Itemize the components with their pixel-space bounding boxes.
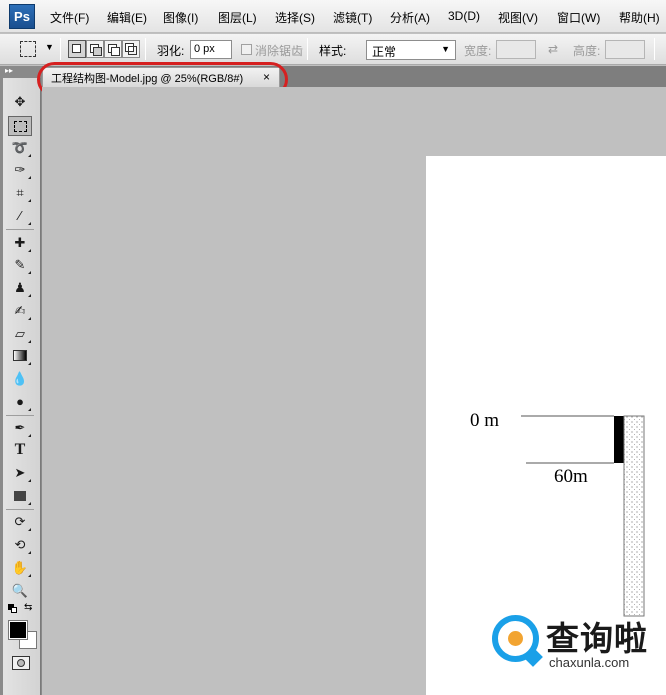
menu-window[interactable]: 窗口(W)	[557, 9, 600, 26]
menu-edit[interactable]: 编辑(E)	[107, 9, 147, 26]
clone-stamp-tool-icon[interactable]: ♟	[8, 278, 32, 298]
width-label: 宽度:	[464, 44, 492, 58]
pen-tool-icon[interactable]: ✒	[8, 418, 32, 438]
chaxunla-watermark: 查询啦 chaxunla.com	[492, 612, 662, 672]
swap-dimensions-icon[interactable]: ⇄	[548, 42, 558, 56]
preset-dropdown-arrow-icon[interactable]: ▼	[45, 42, 54, 52]
type-tool-icon[interactable]: T	[8, 440, 32, 460]
soil-column	[623, 415, 645, 617]
depth-label-0m: 0 m	[470, 410, 499, 431]
divider	[6, 509, 34, 510]
width-input[interactable]	[496, 40, 536, 59]
dodge-tool-icon[interactable]: ●	[8, 392, 32, 412]
antialias-label: 消除锯齿	[255, 44, 304, 58]
spot-healing-tool-icon[interactable]: ✚	[8, 233, 32, 253]
brush-tool-icon[interactable]: ✎	[8, 255, 32, 275]
pile-head	[614, 416, 624, 463]
style-select[interactable]: 正常 ▼	[366, 40, 456, 60]
divider	[6, 415, 34, 416]
close-icon[interactable]: ×	[263, 70, 270, 84]
rectangular-marquee-tool-icon[interactable]	[8, 116, 32, 136]
menu-view[interactable]: 视图(V)	[498, 9, 538, 26]
crop-tool-icon[interactable]: ⌗	[8, 183, 32, 203]
menu-bar: Ps 文件(F) 编辑(E) 图像(I) 图层(L) 选择(S) 滤镜(T) 分…	[0, 0, 666, 33]
3d-rotate-tool-icon[interactable]: ⟳	[8, 512, 32, 532]
path-selection-tool-icon[interactable]: ➤	[8, 463, 32, 483]
gradient-tool-icon[interactable]	[8, 346, 32, 366]
foreground-color-swatch[interactable]	[8, 620, 28, 640]
height-label: 高度:	[573, 44, 601, 58]
divider	[6, 229, 34, 230]
lasso-tool-icon[interactable]: ➰	[8, 138, 32, 158]
menu-image[interactable]: 图像(I)	[163, 9, 198, 26]
watermark-brand-text: 查询啦	[546, 620, 648, 657]
feather-input[interactable]: 0 px	[190, 40, 232, 59]
quick-mask-icon[interactable]	[12, 656, 30, 670]
blur-tool-icon[interactable]: 💧	[8, 369, 32, 389]
collapse-panel-icon[interactable]: ▸▸	[5, 66, 13, 75]
divider	[307, 38, 308, 60]
menu-3d[interactable]: 3D(D)	[448, 9, 480, 23]
depth-label-60m: 60m	[554, 466, 588, 487]
tool-preset-marquee-icon[interactable]	[20, 41, 36, 57]
rectangle-shape-tool-icon[interactable]	[8, 486, 32, 506]
style-label: 样式:	[319, 44, 347, 58]
document-tab-title: 工程结构图-Model.jpg @ 25%(RGB/8#)	[51, 73, 244, 85]
menu-analysis[interactable]: 分析(A)	[390, 9, 430, 26]
divider	[145, 38, 146, 60]
new-selection-button[interactable]	[68, 40, 86, 58]
document-tab-strip: 工程结构图-Model.jpg @ 25%(RGB/8#) ×	[42, 66, 666, 87]
divider	[654, 38, 655, 60]
hand-tool-icon[interactable]: ✋	[8, 558, 32, 578]
document-tab[interactable]: 工程结构图-Model.jpg @ 25%(RGB/8#) ×	[42, 67, 280, 87]
photoshop-logo: Ps	[9, 4, 35, 29]
height-input[interactable]	[605, 40, 645, 59]
menu-filter[interactable]: 滤镜(T)	[333, 9, 372, 26]
swap-colors-icon[interactable]: ⇆	[24, 602, 32, 613]
move-tool-icon[interactable]: ✥	[8, 92, 32, 112]
menu-file[interactable]: 文件(F)	[50, 9, 89, 26]
subtract-from-selection-button[interactable]	[104, 40, 122, 58]
add-to-selection-button[interactable]	[86, 40, 104, 58]
3d-orbit-tool-icon[interactable]: ⟲	[8, 535, 32, 555]
feather-label: 羽化:	[157, 44, 185, 58]
options-bar: ▼ 羽化: 0 px 消除锯齿 样式: 正常 ▼ 宽度: ⇄ 高度:	[0, 34, 666, 65]
default-colors-icon[interactable]	[8, 604, 18, 614]
chevron-down-icon: ▼	[441, 44, 450, 54]
menu-layer[interactable]: 图层(L)	[218, 9, 257, 26]
menu-help[interactable]: 帮助(H)	[619, 9, 660, 26]
watermark-logo-icon	[492, 615, 539, 662]
antialias-checkbox[interactable]	[241, 44, 252, 55]
intersect-selection-button[interactable]	[122, 40, 140, 58]
divider	[60, 38, 61, 60]
eraser-tool-icon[interactable]: ▱	[8, 324, 32, 344]
style-select-value: 正常	[372, 45, 397, 59]
eyedropper-tool-icon[interactable]: ⁄	[8, 206, 32, 226]
menu-select[interactable]: 选择(S)	[275, 9, 315, 26]
watermark-url: chaxunla.com	[549, 655, 630, 670]
history-brush-tool-icon[interactable]: ✍	[8, 301, 32, 321]
quick-selection-tool-icon[interactable]: ✑	[8, 160, 32, 180]
zoom-tool-icon[interactable]: 🔍	[8, 581, 32, 601]
